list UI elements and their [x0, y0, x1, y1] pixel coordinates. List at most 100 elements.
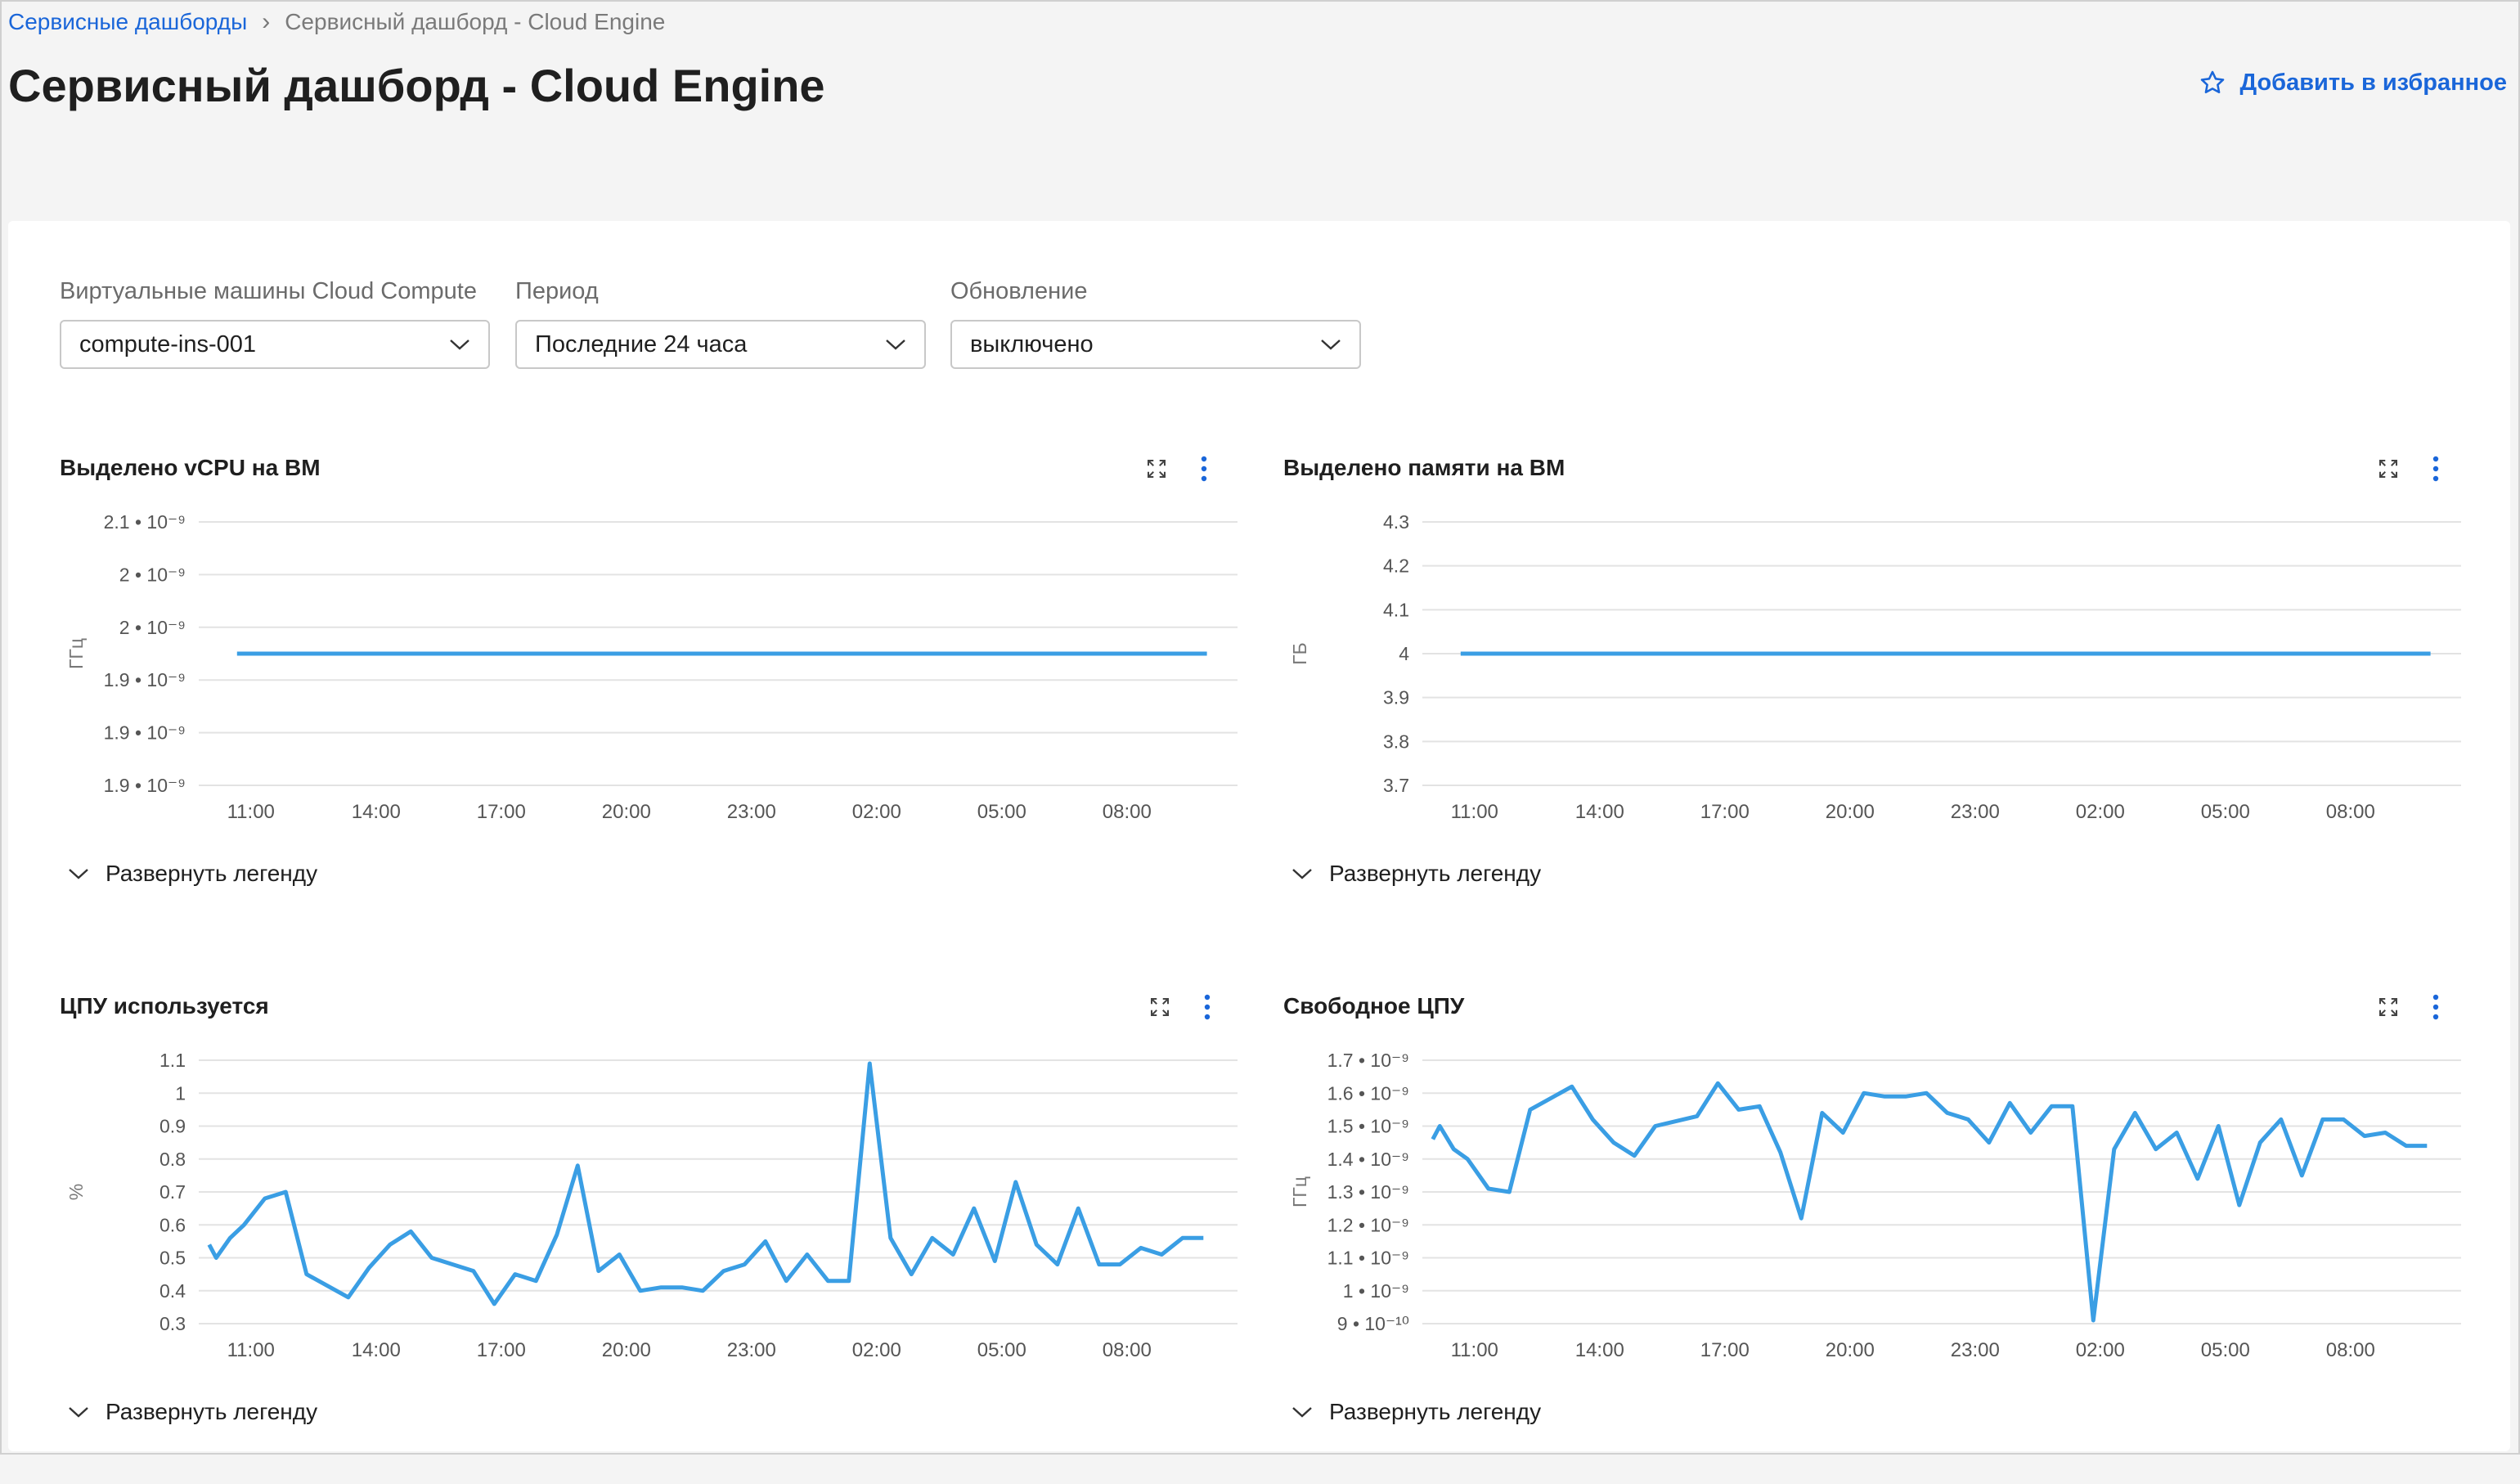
x-tick-label: 14:00	[1575, 801, 1624, 823]
expand-icon[interactable]	[1148, 995, 1172, 1019]
filter-vm: Виртуальные машины Cloud Compute compute…	[60, 278, 490, 369]
x-tick-label: 08:00	[2326, 1339, 2375, 1361]
panel-actions	[1148, 993, 1211, 1021]
period-select[interactable]: Последние 24 часа	[515, 320, 926, 369]
x-tick-label: 20:00	[602, 801, 651, 823]
chevron-down-icon	[68, 1405, 89, 1419]
expand-icon[interactable]	[2376, 995, 2401, 1019]
x-tick-label: 05:00	[977, 801, 1026, 823]
y-tick-label: 3.9	[1383, 687, 1409, 708]
add-to-favorites-label: Добавить в избранное	[2239, 70, 2507, 97]
panel-title: Выделено памяти на ВМ	[1283, 455, 1565, 481]
period-select-value: Последние 24 часа	[535, 331, 747, 358]
y-axis-label: %	[65, 1184, 87, 1200]
x-tick-label: 23:00	[1951, 1339, 2000, 1361]
panel-actions	[2376, 993, 2440, 1021]
panel-title: Выделено vCPU на ВМ	[60, 455, 321, 481]
star-icon	[2199, 69, 2226, 97]
y-tick-label: 1.9 • 10⁻⁹	[104, 722, 186, 744]
vm-select-value: compute-ins-001	[79, 331, 256, 358]
breadcrumb: Сервисные дашборды › Сервисный дашборд -…	[8, 8, 665, 36]
series-line	[209, 1064, 1204, 1304]
y-tick-label: 1.7 • 10⁻⁹	[1327, 1050, 1409, 1071]
x-tick-label: 20:00	[1826, 801, 1875, 823]
expand-legend-button[interactable]: Развернуть легенду	[68, 861, 317, 887]
x-tick-label: 05:00	[977, 1339, 1026, 1361]
panel-actions	[1144, 455, 1208, 483]
x-tick-label: 17:00	[477, 1339, 526, 1361]
panel-cpu-used: ЦПУ используется 1.110.90.80.70.60.50.40…	[60, 993, 1238, 1484]
x-tick-label: 02:00	[852, 801, 901, 823]
y-tick-label: 3.8	[1383, 731, 1409, 752]
expand-icon[interactable]	[1144, 456, 1169, 481]
y-axis-label: ГБ	[1289, 642, 1310, 665]
expand-legend-label: Развернуть легенду	[106, 861, 317, 887]
y-tick-label: 3.7	[1383, 775, 1409, 796]
chevron-right-icon: ›	[262, 8, 270, 36]
x-tick-label: 08:00	[1103, 801, 1152, 823]
expand-legend-button[interactable]: Развернуть легенду	[1291, 861, 1541, 887]
x-tick-label: 23:00	[727, 801, 776, 823]
expand-legend-label: Развернуть легенду	[1329, 861, 1541, 887]
x-tick-label: 05:00	[2201, 801, 2250, 823]
y-tick-label: 4.3	[1383, 512, 1409, 533]
chevron-down-icon	[885, 338, 906, 351]
vm-select[interactable]: compute-ins-001	[60, 320, 490, 369]
expand-icon[interactable]	[2376, 456, 2401, 481]
x-tick-label: 02:00	[852, 1339, 901, 1361]
y-tick-label: 1.3 • 10⁻⁹	[1327, 1181, 1409, 1203]
more-vertical-icon[interactable]	[1200, 455, 1208, 483]
x-tick-label: 02:00	[2076, 1339, 2125, 1361]
y-tick-label: 1.9 • 10⁻⁹	[104, 669, 186, 690]
more-vertical-icon[interactable]	[2432, 455, 2440, 483]
series-line	[1433, 1083, 2428, 1320]
filter-refresh: Обновление выключено	[950, 278, 1361, 369]
breadcrumb-current: Сервисный дашборд - Cloud Engine	[285, 9, 665, 35]
filter-period-label: Период	[515, 278, 926, 305]
y-tick-label: 1.6 • 10⁻⁹	[1327, 1082, 1409, 1104]
x-tick-label: 23:00	[1951, 801, 2000, 823]
filter-refresh-label: Обновление	[950, 278, 1361, 305]
add-to-favorites-button[interactable]: Добавить в избранное	[2199, 69, 2507, 97]
x-tick-label: 20:00	[602, 1339, 651, 1361]
chart-vcpu: 2.1 • 10⁻⁹2 • 10⁻⁹2 • 10⁻⁹1.9 • 10⁻⁹1.9 …	[60, 512, 1238, 856]
y-tick-label: 0.4	[159, 1280, 186, 1302]
x-tick-label: 14:00	[352, 1339, 401, 1361]
y-axis-label: ГГц	[65, 638, 87, 669]
x-tick-label: 05:00	[2201, 1339, 2250, 1361]
panel-actions	[2376, 455, 2440, 483]
x-tick-label: 02:00	[2076, 801, 2125, 823]
y-tick-label: 1	[175, 1082, 186, 1104]
expand-legend-button[interactable]: Развернуть легенду	[1291, 1399, 1541, 1425]
expand-legend-button[interactable]: Развернуть легенду	[68, 1399, 317, 1425]
x-tick-label: 08:00	[2326, 801, 2375, 823]
filter-vm-label: Виртуальные машины Cloud Compute	[60, 278, 490, 305]
refresh-select[interactable]: выключено	[950, 320, 1361, 369]
x-tick-label: 23:00	[727, 1339, 776, 1361]
chevron-down-icon	[68, 867, 89, 880]
panel-vcpu: Выделено vCPU на ВМ 2.1 • 10⁻⁹2 • 10⁻⁹2 …	[60, 455, 1238, 946]
y-tick-label: 1.9 • 10⁻⁹	[104, 775, 186, 796]
y-tick-label: 2.1 • 10⁻⁹	[104, 512, 186, 533]
y-tick-label: 0.5	[159, 1248, 186, 1269]
chevron-down-icon	[1320, 338, 1341, 351]
x-tick-label: 08:00	[1103, 1339, 1152, 1361]
y-tick-label: 0.6	[159, 1214, 186, 1235]
more-vertical-icon[interactable]	[2432, 993, 2440, 1021]
y-tick-label: 0.8	[159, 1149, 186, 1170]
y-tick-label: 0.9	[159, 1116, 186, 1137]
chart-memory: 4.34.24.143.93.83.711:0014:0017:0020:002…	[1283, 512, 2461, 856]
breadcrumb-link-service-dashboards[interactable]: Сервисные дашборды	[8, 9, 247, 35]
filter-period: Период Последние 24 часа	[515, 278, 926, 369]
x-tick-label: 17:00	[1700, 1339, 1750, 1361]
chart-cpu-used: 1.110.90.80.70.60.50.40.311:0014:0017:00…	[60, 1050, 1238, 1394]
expand-legend-label: Развернуть легенду	[1329, 1399, 1541, 1425]
chevron-down-icon	[1291, 1405, 1313, 1419]
more-vertical-icon[interactable]	[1203, 993, 1211, 1021]
y-tick-label: 1 • 10⁻⁹	[1343, 1280, 1409, 1302]
panel-cpu-free: Свободное ЦПУ 1.7 • 10⁻⁹1.6 • 10⁻⁹1.5 • …	[1283, 993, 2461, 1484]
chevron-down-icon	[1291, 867, 1313, 880]
x-tick-label: 17:00	[1700, 801, 1750, 823]
y-tick-label: 1.2 • 10⁻⁹	[1327, 1214, 1409, 1235]
x-tick-label: 11:00	[227, 1339, 275, 1361]
